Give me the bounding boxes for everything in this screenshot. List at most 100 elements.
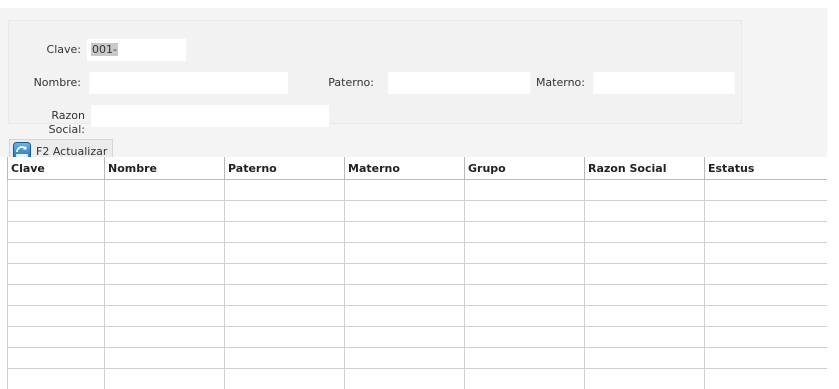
table-cell[interactable]: [344, 347, 465, 369]
table-cell[interactable]: [7, 284, 105, 306]
table-cell[interactable]: [704, 221, 827, 243]
table-cell[interactable]: [704, 368, 827, 389]
table-cell[interactable]: [704, 179, 827, 201]
table-cell[interactable]: [464, 179, 585, 201]
table-cell[interactable]: [7, 179, 105, 201]
table-cell[interactable]: [704, 200, 827, 222]
clave-field[interactable]: 001-: [87, 39, 186, 61]
table-cell[interactable]: [464, 242, 585, 264]
table-row[interactable]: [7, 242, 827, 264]
materno-field[interactable]: [593, 72, 735, 94]
table-cell[interactable]: [7, 368, 105, 389]
table-cell[interactable]: [224, 200, 345, 222]
table-cell[interactable]: [7, 347, 105, 369]
table-cell[interactable]: [7, 326, 105, 348]
column-header-materno[interactable]: Materno: [344, 157, 465, 180]
table-row[interactable]: [7, 368, 827, 389]
table-cell[interactable]: [344, 221, 465, 243]
search-form: Clave: 001- Nombre: Paterno: Materno: Ra…: [8, 20, 742, 136]
table-cell[interactable]: [704, 263, 827, 285]
table-cell[interactable]: [464, 305, 585, 327]
table-cell[interactable]: [344, 200, 465, 222]
table-cell[interactable]: [104, 242, 225, 264]
table-cell[interactable]: [224, 326, 345, 348]
table-cell[interactable]: [584, 284, 705, 306]
table-header-row: Clave Nombre Paterno Materno Grupo Razon…: [7, 157, 827, 180]
table-cell[interactable]: [584, 263, 705, 285]
table-row[interactable]: [7, 179, 827, 201]
paterno-label: Paterno:: [328, 76, 374, 89]
table-row[interactable]: [7, 347, 827, 369]
table-cell[interactable]: [584, 221, 705, 243]
table-cell[interactable]: [704, 347, 827, 369]
table-cell[interactable]: [584, 326, 705, 348]
table-cell[interactable]: [344, 305, 465, 327]
table-cell[interactable]: [464, 221, 585, 243]
table-cell[interactable]: [464, 284, 585, 306]
table-cell[interactable]: [224, 179, 345, 201]
razon-social-label: Razon Social:: [48, 109, 85, 136]
paterno-field[interactable]: [388, 72, 530, 94]
table-cell[interactable]: [584, 305, 705, 327]
table-row[interactable]: [7, 326, 827, 348]
table-cell[interactable]: [104, 347, 225, 369]
table-cell[interactable]: [704, 284, 827, 306]
table-cell[interactable]: [224, 221, 345, 243]
table-cell[interactable]: [344, 326, 465, 348]
table-cell[interactable]: [7, 200, 105, 222]
refresh-button-label: F2 Actualizar: [36, 144, 108, 158]
table-cell[interactable]: [7, 305, 105, 327]
table-cell[interactable]: [104, 263, 225, 285]
table-cell[interactable]: [464, 200, 585, 222]
materno-label: Materno:: [535, 76, 585, 89]
table-cell[interactable]: [224, 242, 345, 264]
table-cell[interactable]: [104, 368, 225, 389]
clave-value: 001-: [91, 43, 118, 56]
table-cell[interactable]: [344, 368, 465, 389]
table-row[interactable]: [7, 284, 827, 306]
column-header-paterno[interactable]: Paterno: [224, 157, 345, 180]
table-cell[interactable]: [584, 179, 705, 201]
table-cell[interactable]: [584, 347, 705, 369]
table-cell[interactable]: [344, 179, 465, 201]
razon-social-field[interactable]: [91, 105, 329, 127]
table-body: [7, 179, 827, 389]
table-cell[interactable]: [704, 326, 827, 348]
table-cell[interactable]: [224, 305, 345, 327]
table-cell[interactable]: [344, 263, 465, 285]
column-header-clave[interactable]: Clave: [7, 157, 105, 180]
nombre-field[interactable]: [89, 72, 288, 94]
table-cell[interactable]: [464, 326, 585, 348]
column-header-estatus[interactable]: Estatus: [704, 157, 827, 180]
table-cell[interactable]: [584, 200, 705, 222]
table-cell[interactable]: [7, 221, 105, 243]
table-cell[interactable]: [224, 368, 345, 389]
column-header-nombre[interactable]: Nombre: [104, 157, 225, 180]
table-cell[interactable]: [104, 179, 225, 201]
table-cell[interactable]: [584, 368, 705, 389]
column-header-razon-social[interactable]: Razon Social: [584, 157, 705, 180]
table-cell[interactable]: [344, 242, 465, 264]
table-cell[interactable]: [464, 368, 585, 389]
table-cell[interactable]: [344, 284, 465, 306]
table-cell[interactable]: [224, 284, 345, 306]
table-cell[interactable]: [464, 263, 585, 285]
table-row[interactable]: [7, 221, 827, 243]
table-row[interactable]: [7, 305, 827, 327]
table-cell[interactable]: [584, 242, 705, 264]
table-cell[interactable]: [104, 284, 225, 306]
table-cell[interactable]: [704, 305, 827, 327]
table-row[interactable]: [7, 200, 827, 222]
table-cell[interactable]: [104, 326, 225, 348]
table-cell[interactable]: [7, 242, 105, 264]
table-cell[interactable]: [104, 305, 225, 327]
table-cell[interactable]: [104, 221, 225, 243]
column-header-grupo[interactable]: Grupo: [464, 157, 585, 180]
table-cell[interactable]: [464, 347, 585, 369]
table-cell[interactable]: [224, 347, 345, 369]
table-cell[interactable]: [704, 242, 827, 264]
table-cell[interactable]: [104, 200, 225, 222]
table-row[interactable]: [7, 263, 827, 285]
table-cell[interactable]: [7, 263, 105, 285]
table-cell[interactable]: [224, 263, 345, 285]
